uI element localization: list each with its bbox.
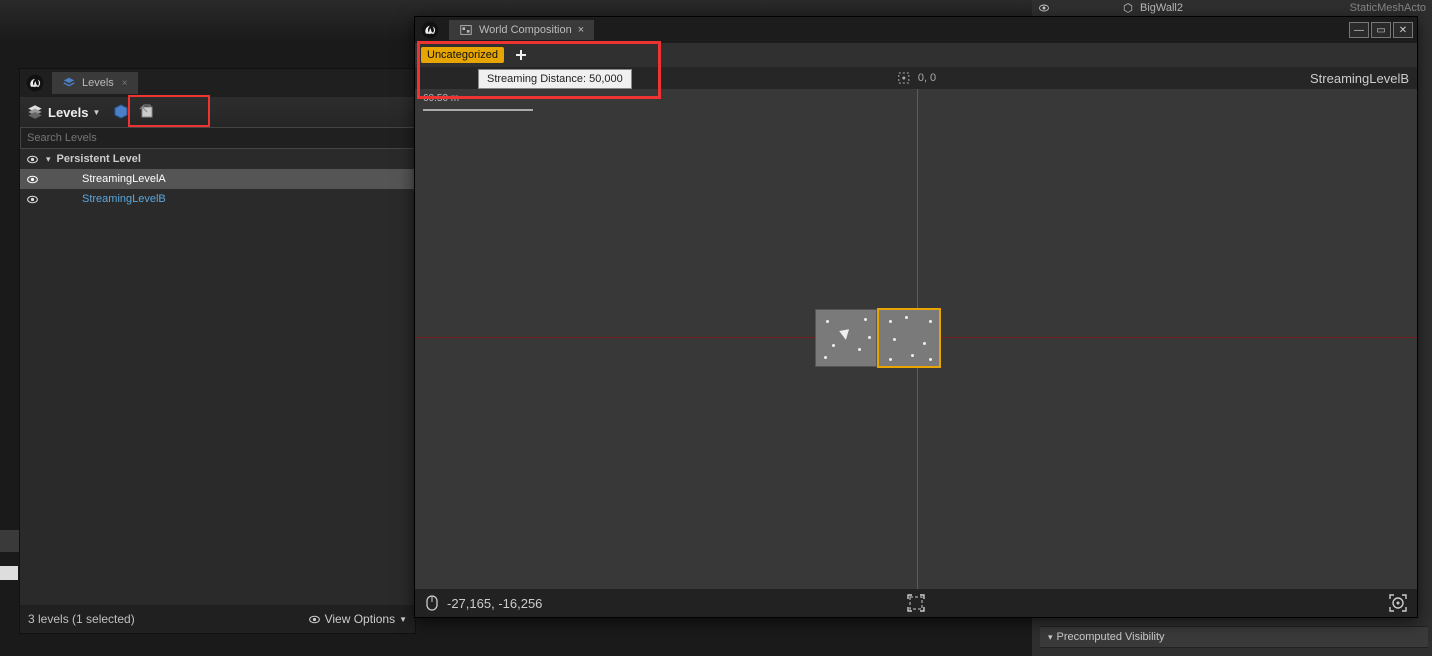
minimize-button[interactable]: — (1349, 22, 1369, 38)
level-row-persistent[interactable]: ▾ Persistent Level (20, 149, 415, 169)
scale-line (423, 109, 533, 111)
focus-world-button[interactable] (1389, 594, 1407, 612)
current-level-label: StreamingLevelB (1310, 71, 1409, 86)
layer-bar: Uncategorized (415, 43, 1417, 67)
outliner-item-type: StaticMeshActo (1350, 2, 1426, 14)
level-row-streaming-a[interactable]: StreamingLevelA (20, 169, 415, 189)
fit-selection-button[interactable] (907, 594, 925, 612)
world-composition-tab-label: World Composition (479, 24, 572, 36)
eye-icon[interactable] (26, 173, 40, 186)
summon-world-button[interactable] (112, 103, 130, 121)
world-composition-tab-icon (459, 23, 473, 37)
left-strip (0, 566, 18, 580)
world-composition-window: World Composition × — ▭ ✕ Uncategorized … (414, 16, 1418, 618)
expand-triangle-icon[interactable]: ▾ (46, 154, 51, 165)
expand-triangle-icon[interactable]: ▾ (1048, 632, 1053, 643)
search-levels-input[interactable] (20, 127, 415, 149)
levels-toolbar: Levels ▼ (20, 97, 415, 127)
levels-tab-label: Levels (82, 77, 114, 89)
actor-icon (1122, 2, 1134, 14)
world-composition-statusbar: -27,165, -16,256 (415, 589, 1417, 617)
levels-dropdown-label: Levels (48, 105, 88, 120)
levels-tree: ▾ Persistent Level StreamingLevelA Strea… (20, 149, 415, 209)
outliner-row[interactable]: BigWall2 StaticMeshActo (1032, 0, 1432, 16)
levels-tab[interactable]: Levels × (52, 72, 138, 94)
world-composition-viewport[interactable]: 60.50 m (415, 89, 1417, 589)
close-tab-icon[interactable]: × (122, 78, 128, 89)
chevron-down-icon: ▼ (92, 108, 100, 117)
levels-panel: Levels × Levels ▼ ▾ Persistent Level (19, 68, 416, 634)
eye-icon[interactable] (26, 193, 40, 206)
level-tile-b[interactable] (878, 309, 940, 367)
level-row-streaming-b[interactable]: StreamingLevelB (20, 189, 415, 209)
levels-statusbar: 3 levels (1 selected) View Options ▼ (20, 605, 415, 633)
details-section-header[interactable]: ▾ Precomputed Visibility (1040, 626, 1428, 648)
details-section-label: Precomputed Visibility (1057, 631, 1165, 643)
origin-coords: 0, 0 (918, 72, 936, 84)
levels-dropdown[interactable]: Levels ▼ (26, 103, 100, 121)
layer-chip-uncategorized[interactable]: Uncategorized (421, 47, 504, 63)
eye-icon[interactable] (1038, 2, 1050, 14)
world-composition-tab[interactable]: World Composition × (449, 20, 594, 40)
maximize-button[interactable]: ▭ (1371, 22, 1391, 38)
layer-tooltip: Streaming Distance: 50,000 (478, 69, 632, 89)
close-tab-icon[interactable]: × (578, 24, 584, 36)
level-name: StreamingLevelB (82, 193, 166, 205)
view-options-label: View Options (325, 612, 395, 626)
level-name: Persistent Level (57, 153, 141, 165)
mouse-icon (425, 594, 439, 612)
outliner-item-name[interactable]: BigWall2 (1140, 2, 1183, 14)
level-details-button[interactable] (138, 103, 156, 121)
unreal-logo-icon (24, 72, 46, 94)
player-marker-icon (839, 329, 851, 341)
view-options-dropdown[interactable]: View Options ▼ (308, 612, 407, 626)
level-tile-a[interactable] (815, 309, 877, 367)
unreal-logo-icon (419, 19, 441, 41)
eye-icon (308, 613, 321, 626)
level-name: StreamingLevelA (82, 173, 166, 185)
add-layer-button[interactable] (512, 46, 530, 64)
mouse-coords: -27,165, -16,256 (447, 596, 542, 611)
close-window-button[interactable]: ✕ (1393, 22, 1413, 38)
plus-icon (514, 48, 528, 62)
origin-marker-icon (896, 70, 912, 86)
levels-status-text: 3 levels (1 selected) (28, 612, 135, 626)
world-composition-titlebar[interactable]: World Composition × — ▭ ✕ (415, 17, 1417, 43)
scale-label: 60.50 m (423, 93, 459, 104)
chevron-down-icon: ▼ (399, 615, 407, 624)
levels-tab-icon (62, 76, 76, 90)
levels-titlebar[interactable]: Levels × (20, 69, 415, 97)
eye-icon[interactable] (26, 153, 40, 166)
levels-stack-icon (26, 103, 44, 121)
